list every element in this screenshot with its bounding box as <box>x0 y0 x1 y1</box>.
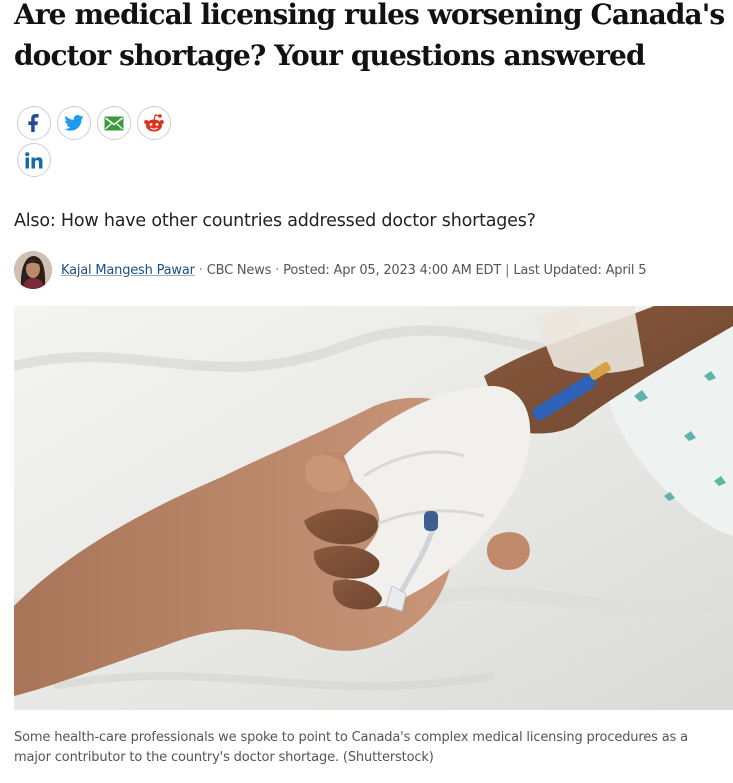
linkedin-icon <box>25 151 43 169</box>
article-header: Are medical licensing rules worsening Ca… <box>0 0 733 783</box>
byline: Kajal Mangesh Pawar · CBC News · Posted:… <box>14 250 646 290</box>
share-reddit-button[interactable] <box>137 106 171 140</box>
share-email-button[interactable] <box>97 106 131 140</box>
byline-divider: | <box>505 262 510 278</box>
photo-caption: Some health-care professionals we spoke … <box>14 730 688 765</box>
byline-posted: Posted: Apr 05, 2023 4:00 AM EDT <box>283 262 502 278</box>
share-twitter-button[interactable] <box>57 106 91 140</box>
email-icon <box>104 116 124 131</box>
share-linkedin-button[interactable] <box>17 143 51 177</box>
share-facebook-button[interactable] <box>17 106 51 140</box>
reddit-icon <box>143 113 165 133</box>
headline: Are medical licensing rules worsening Ca… <box>14 0 725 72</box>
author-avatar <box>14 251 52 289</box>
twitter-icon <box>64 115 84 131</box>
facebook-icon <box>28 114 40 132</box>
author-link[interactable]: Kajal Mangesh Pawar <box>61 263 195 278</box>
byline-updated: Last Updated: April 5 <box>513 262 647 278</box>
byline-dot: · <box>275 262 280 278</box>
photo-child-hand-iv <box>14 306 733 710</box>
byline-outlet: CBC News <box>206 262 272 278</box>
lead-photo[interactable] <box>14 306 733 710</box>
share-bar-row-2 <box>17 143 51 177</box>
share-bar <box>17 106 171 140</box>
article-subheading: Also: How have other countries addressed… <box>14 211 536 231</box>
byline-dot: · <box>198 262 203 278</box>
